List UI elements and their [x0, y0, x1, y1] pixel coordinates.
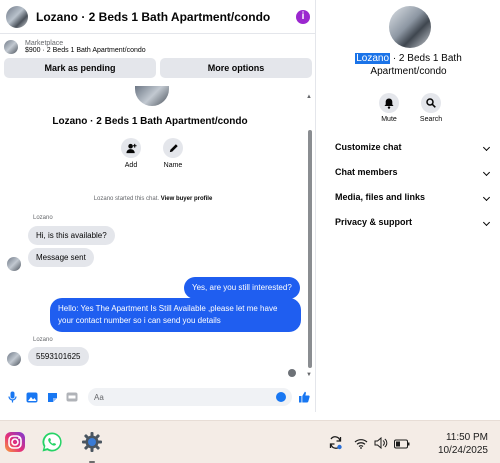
sticker-icon[interactable]	[44, 389, 60, 405]
emoji-icon[interactable]	[276, 392, 286, 402]
message-sender: Lozano	[33, 215, 53, 221]
info-name-highlight: Lozano	[355, 53, 391, 64]
scroll-down-icon[interactable]: ▼	[306, 372, 312, 378]
bell-icon	[379, 93, 399, 113]
listing-avatar[interactable]	[6, 5, 28, 28]
message-bubble[interactable]: 5593101625	[28, 347, 89, 366]
image-icon[interactable]	[24, 389, 40, 405]
volume-icon[interactable]	[374, 436, 388, 454]
search-icon	[421, 93, 441, 113]
listing-profile-image[interactable]	[389, 6, 431, 48]
section-media-files-links[interactable]: Media, files and links	[335, 187, 491, 207]
message-bubble-outgoing[interactable]: Yes, are you still interested?	[184, 277, 300, 299]
add-action[interactable]: Add	[111, 138, 151, 169]
chat-pane: Lozano · 2 Beds 1 Bath Apartment/condo i…	[0, 0, 316, 412]
section-label: Chat members	[335, 167, 398, 177]
chat-started-notice: Lozano started this chat. View buyer pro…	[0, 196, 306, 202]
more-options-button[interactable]: More options	[160, 58, 312, 78]
clock-time: 11:50 PM	[445, 432, 488, 443]
chat-title: Lozano · 2 Beds 1 Bath Apartment/condo	[36, 9, 271, 24]
info-name-line2: Apartment/condo	[370, 66, 447, 77]
section-chat-members[interactable]: Chat members	[335, 162, 491, 182]
section-customize-chat[interactable]: Customize chat	[335, 137, 491, 157]
search-action[interactable]: Search	[411, 93, 451, 123]
name-action[interactable]: Name	[153, 138, 193, 169]
section-label: Customize chat	[335, 142, 402, 152]
section-privacy-support[interactable]: Privacy & support	[335, 212, 491, 232]
message-bubble[interactable]: Hi, is this available?	[28, 226, 115, 245]
chat-profile-image	[135, 86, 169, 106]
thumbs-up-icon[interactable]	[296, 389, 312, 405]
info-icon[interactable]: i	[296, 9, 310, 24]
info-title: Lozano · 2 Beds 1 Bath Apartment/condo	[317, 52, 500, 78]
system-tray	[328, 435, 410, 455]
wifi-icon[interactable]	[354, 436, 368, 454]
instagram-icon[interactable]	[4, 431, 26, 453]
listing-card: Marketplace $900 · 2 Beds 1 Bath Apartme…	[0, 38, 316, 86]
chat-scrollbar[interactable]	[308, 130, 312, 368]
message-composer: Aa	[0, 386, 316, 408]
chevron-down-icon	[482, 143, 491, 151]
chat-started-text: Lozano started this chat.	[93, 196, 160, 202]
name-label: Name	[163, 162, 183, 169]
add-label: Add	[124, 162, 138, 169]
chat-header: Lozano · 2 Beds 1 Bath Apartment/condo i	[0, 0, 316, 34]
sender-avatar[interactable]	[7, 257, 21, 271]
sender-avatar[interactable]	[7, 352, 21, 366]
mark-as-pending-button[interactable]: Mark as pending	[4, 58, 156, 78]
message-sender: Lozano	[33, 337, 53, 343]
message-bubble[interactable]: Message sent	[28, 248, 94, 267]
pencil-icon	[163, 138, 183, 158]
seen-indicator	[288, 369, 296, 377]
add-person-icon	[121, 138, 141, 158]
sync-icon[interactable]	[328, 435, 344, 455]
battery-icon[interactable]	[394, 436, 410, 454]
search-label: Search	[419, 116, 443, 123]
listing-thumbnail	[4, 40, 18, 54]
message-bubble-outgoing[interactable]: Hello: Yes The Apartment Is Still Availa…	[50, 298, 301, 332]
gif-icon[interactable]	[64, 389, 80, 405]
message-input-placeholder: Aa	[94, 392, 104, 402]
chevron-down-icon	[482, 193, 491, 201]
chevron-down-icon	[482, 218, 491, 226]
clock[interactable]: 11:50 PM 10/24/2025	[438, 431, 488, 457]
mute-action[interactable]: Mute	[369, 93, 409, 123]
mute-label: Mute	[381, 116, 397, 123]
section-label: Media, files and links	[335, 192, 426, 202]
listing-category: Marketplace	[25, 40, 64, 47]
listing-price: $900 · 2 Beds 1 Bath Apartment/condo	[25, 47, 146, 54]
settings-icon[interactable]	[81, 431, 103, 463]
chat-info-pane: Lozano · 2 Beds 1 Bath Apartment/condo M…	[317, 0, 500, 412]
taskbar: 11:50 PM 10/24/2025	[0, 420, 500, 463]
section-label: Privacy & support	[335, 217, 413, 227]
listing-summary[interactable]: Marketplace $900 · 2 Beds 1 Bath Apartme…	[0, 38, 316, 56]
info-name-rest: · 2 Beds 1 Bath	[390, 53, 462, 64]
scroll-up-icon[interactable]: ▲	[306, 94, 312, 100]
whatsapp-icon[interactable]	[41, 431, 63, 453]
clock-date: 10/24/2025	[437, 445, 488, 456]
message-input[interactable]: Aa	[88, 388, 292, 406]
chevron-down-icon	[482, 168, 491, 176]
microphone-icon[interactable]	[4, 389, 20, 405]
view-buyer-profile-link[interactable]: View buyer profile	[161, 196, 213, 202]
chat-profile-title: Lozano · 2 Beds 1 Bath Apartment/condo	[52, 116, 248, 127]
